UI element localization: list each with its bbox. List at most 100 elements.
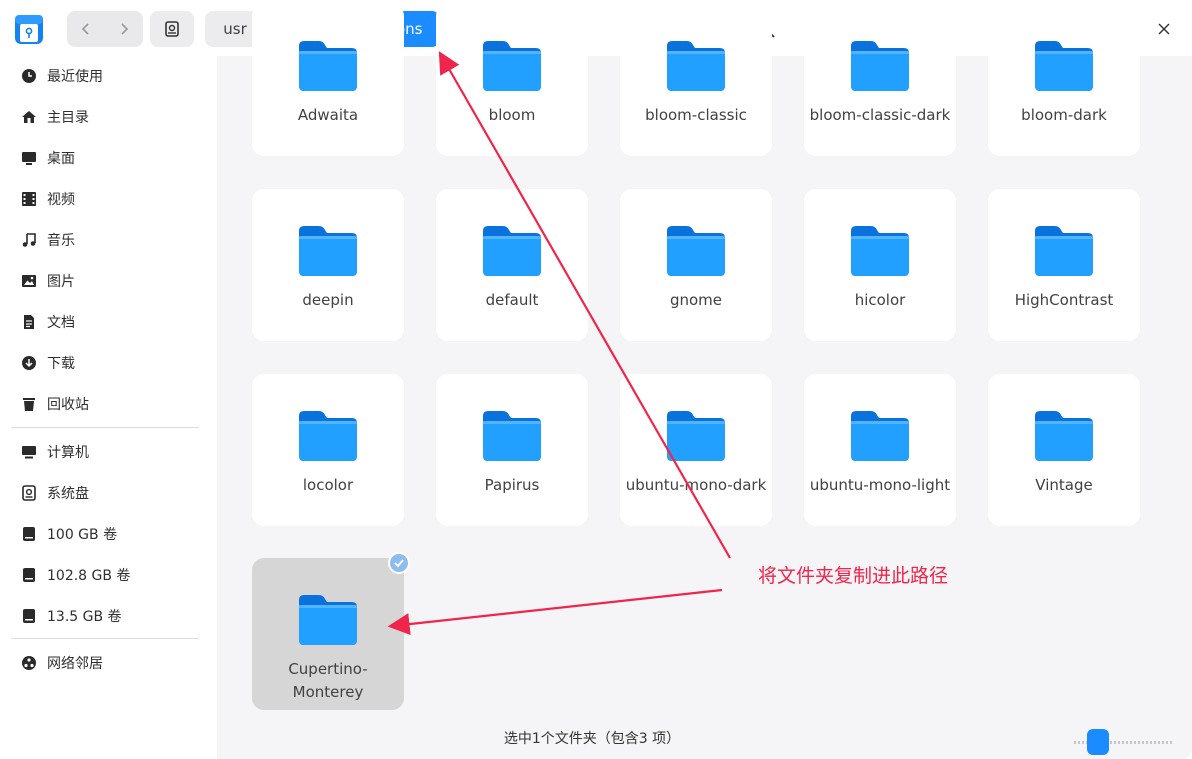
folder-icon [299,41,357,91]
back-button[interactable] [67,11,105,47]
folder-name: ubuntu-mono-light [809,476,951,494]
video-icon [19,189,39,209]
sidebar: 最近使用 主目录 桌面 视频 音乐 图片 文档 下载 回收站 计算机 系统盘 1… [0,56,217,759]
folder-tile[interactable]: default [436,189,588,341]
folder-tile[interactable]: Vintage [988,374,1140,526]
folder-name: Papirus [484,476,540,494]
folder-tile[interactable]: Adwaita [252,4,404,156]
sidebar-item-volume-100gb[interactable]: 100 GB 卷 [10,516,200,552]
selected-check-icon [388,552,410,574]
sidebar-item-documents[interactable]: 文档 [10,304,200,340]
folder-icon [667,411,725,461]
folder-icon [851,411,909,461]
folder-icon [1035,411,1093,461]
folder-tile[interactable]: deepin [252,189,404,341]
folder-name: bloom-classic [645,106,747,124]
status-bar-text: 选中1个文件夹（包含3 项） [503,731,681,747]
folder-tile[interactable]: locolor [252,374,404,526]
sidebar-item-label: 下载 [47,356,75,372]
picture-icon [19,271,39,291]
navigation-buttons [67,11,143,47]
folder-name: Vintage [1035,476,1093,494]
folder-icon [851,226,909,276]
disk-icon [19,565,39,585]
sidebar-item-network[interactable]: 网络邻居 [10,645,200,681]
sidebar-item-label: 回收站 [47,397,89,413]
sidebar-item-desktop[interactable]: 桌面 [10,140,200,176]
annotation-text: 将文件夹复制进此路径 [758,565,949,587]
sidebar-item-computer[interactable]: 计算机 [10,434,200,470]
disk-icon [19,606,39,626]
sidebar-item-videos[interactable]: 视频 [10,181,200,217]
folder-icon [1035,226,1093,276]
sidebar-item-label: 102.8 GB 卷 [47,568,131,584]
music-icon [19,230,39,250]
folder-tile[interactable]: HighContrast [988,189,1140,341]
folder-tile[interactable]: hicolor [804,189,956,341]
folder-name: default [485,291,539,309]
file-manager-window: usr share icons [0,0,1192,759]
sidebar-item-music[interactable]: 音乐 [10,222,200,258]
folder-icon [1035,41,1093,91]
folder-tile[interactable]: bloom-classic [620,4,772,156]
breadcrumb-root-disk[interactable] [150,11,194,47]
folder-tile[interactable]: ubuntu-mono-dark [620,374,772,526]
sidebar-divider [11,427,199,428]
folder-icon [483,411,541,461]
sidebar-item-home[interactable]: 主目录 [10,99,200,135]
file-manager-logo-icon[interactable] [12,12,46,46]
folder-icon [299,226,357,276]
folder-tile[interactable]: ubuntu-mono-light [804,374,956,526]
sidebar-item-label: 主目录 [47,110,89,126]
sidebar-divider [11,638,199,639]
folder-tile[interactable]: Cupertino-Monterey [252,552,410,710]
sidebar-item-label: 图片 [47,274,75,290]
folder-name: hicolor [854,291,906,309]
folder-tile[interactable]: bloom-classic-dark [804,4,956,156]
sidebar-item-volume-13gb[interactable]: 13.5 GB 卷 [10,598,200,634]
clock-icon [19,66,39,86]
folder-tile[interactable]: bloom-dark [988,4,1140,156]
folder-tile[interactable]: bloom [436,4,588,156]
sidebar-item-downloads[interactable]: 下载 [10,345,200,381]
folder-name: deepin [302,291,354,309]
file-view: Adwaita bloom bloom-classic bloom-classic-d… [217,4,1192,759]
folder-tile[interactable]: gnome [620,189,772,341]
folder-icon [667,41,725,91]
folder-name: bloom [488,106,536,124]
folder-name: Cupertino-Monterey [288,660,368,701]
sidebar-item-label: 音乐 [47,233,75,249]
network-icon [19,653,39,673]
folder-tile[interactable]: Papirus [436,374,588,526]
zoom-slider-handle[interactable] [1087,729,1109,755]
system-disk-icon [19,483,39,503]
sidebar-item-trash[interactable]: 回收站 [10,386,200,422]
disk-icon [19,524,39,544]
folder-icon [851,41,909,91]
sidebar-item-label: 100 GB 卷 [47,527,118,543]
folder-name: bloom-classic-dark [809,106,951,124]
folder-name: gnome [669,291,723,309]
sidebar-item-label: 桌面 [47,151,75,167]
sidebar-item-label: 13.5 GB 卷 [47,609,122,625]
sidebar-item-pictures[interactable]: 图片 [10,263,200,299]
folder-name: locolor [302,476,354,494]
sidebar-item-label: 网络邻居 [47,656,103,672]
close-button[interactable] [1148,13,1180,45]
sidebar-item-label: 文档 [47,315,75,331]
download-icon [19,353,39,373]
folder-name: Adwaita [297,106,359,124]
document-icon [19,312,39,332]
folder-icon [483,41,541,91]
computer-icon [19,442,39,462]
sidebar-item-label: 视频 [47,192,75,208]
forward-button[interactable] [105,11,143,47]
close-icon [1158,23,1170,35]
trash-icon [19,394,39,414]
sidebar-item-volume-102gb[interactable]: 102.8 GB 卷 [10,557,200,593]
sidebar-item-recent[interactable]: 最近使用 [10,58,200,94]
sidebar-item-system-disk[interactable]: 系统盘 [10,475,200,511]
folder-icon [299,595,357,645]
disk-icon [165,21,179,37]
sidebar-item-label: 计算机 [47,445,89,461]
